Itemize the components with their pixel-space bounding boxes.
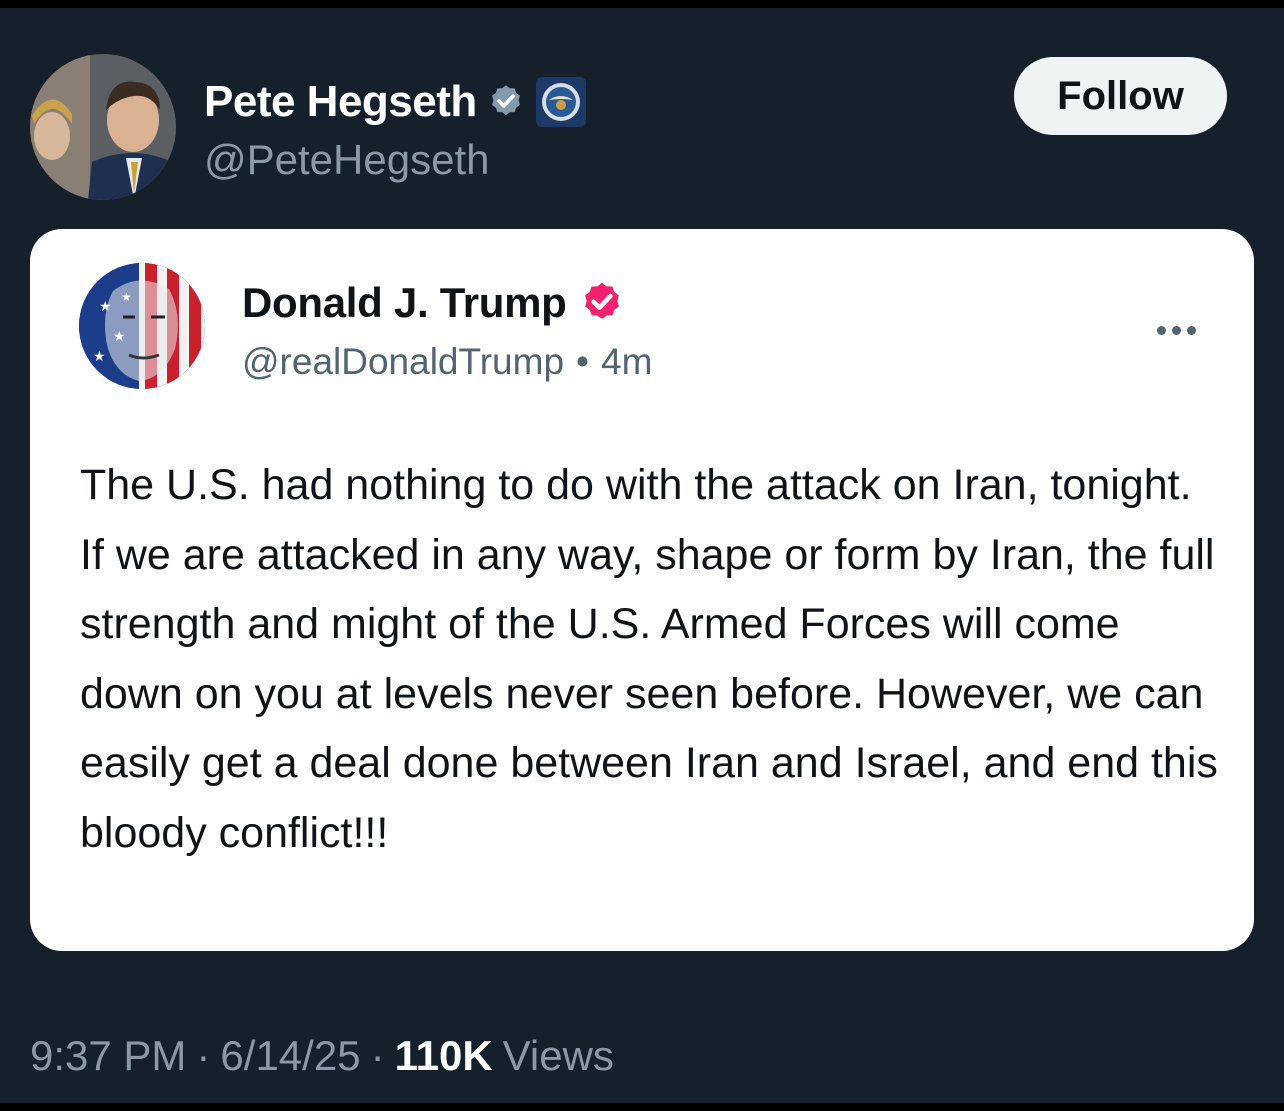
quoted-post-meta: @realDonaldTrump • 4m [242, 341, 652, 383]
quoted-author-display-name[interactable]: Donald J. Trump [242, 279, 567, 327]
verified-badge-icon[interactable] [579, 280, 625, 326]
more-options-icon[interactable] [1148, 315, 1204, 345]
post-date[interactable]: 6/14/25 [220, 1032, 360, 1080]
svg-text:★: ★ [99, 299, 112, 315]
quoted-post-card[interactable]: ★ ★ ★ ★ Donald J. Trump @realDonaldTrump… [30, 229, 1254, 951]
svg-text:★: ★ [113, 329, 126, 345]
views-label: Views [502, 1032, 614, 1079]
svg-text:★: ★ [121, 290, 132, 304]
dod-seal-icon[interactable] [535, 76, 587, 128]
footer-separator: · [370, 1032, 385, 1079]
author-display-name[interactable]: Pete Hegseth [204, 77, 477, 127]
verified-badge-icon[interactable] [487, 83, 525, 121]
post-footer: 9:37 PM · 6/14/25 · 110K Views [30, 1032, 614, 1080]
post-time[interactable]: 9:37 PM [30, 1032, 186, 1080]
svg-text:★: ★ [93, 349, 106, 365]
quoted-author-avatar[interactable]: ★ ★ ★ ★ [79, 263, 205, 389]
post-container: Pete Hegseth @PeteHegseth Follow ★ ★ ★ ★… [0, 8, 1284, 1103]
more-dot [1156, 325, 1166, 335]
quoted-post-time[interactable]: 4m [601, 341, 652, 383]
quoted-post-text: The U.S. had nothing to do with the atta… [80, 461, 1218, 857]
author-avatar[interactable] [30, 54, 176, 200]
views-count[interactable]: 110K [395, 1032, 493, 1080]
meta-separator: • [576, 341, 590, 382]
more-dot [1171, 325, 1181, 335]
more-dot [1186, 325, 1196, 335]
author-handle[interactable]: @PeteHegseth [204, 136, 489, 184]
follow-button[interactable]: Follow [1014, 57, 1227, 135]
footer-separator: · [196, 1032, 211, 1079]
quoted-author-name-row: Donald J. Trump [242, 277, 625, 329]
author-name-row: Pete Hegseth [204, 74, 587, 130]
quoted-author-handle[interactable]: @realDonaldTrump [242, 341, 564, 383]
